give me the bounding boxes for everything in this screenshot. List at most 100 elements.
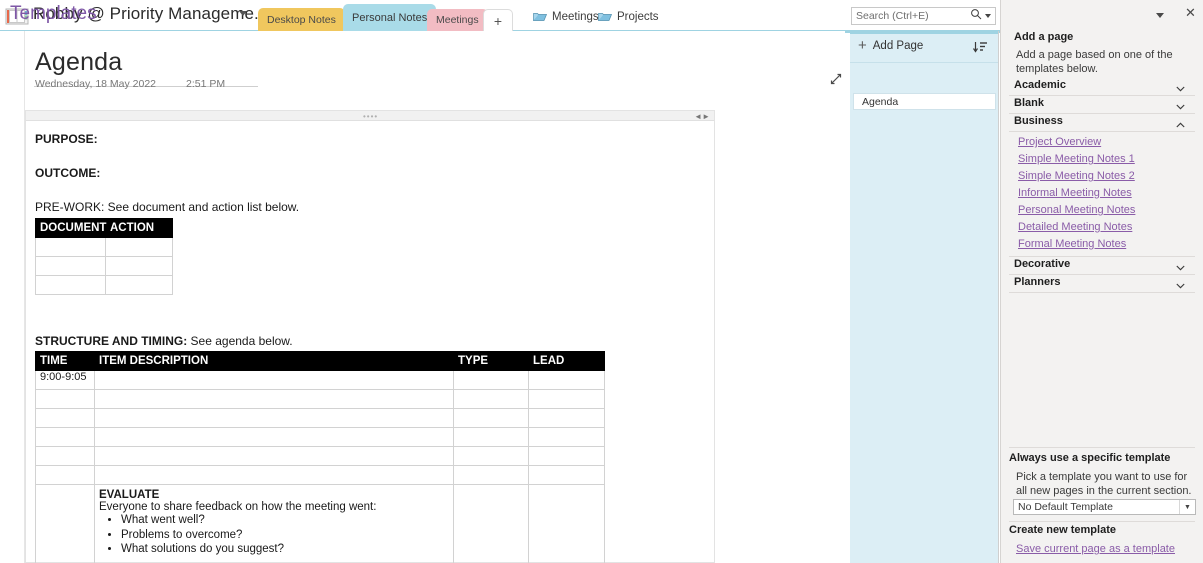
evaluate-subtitle: Everyone to share feedback on how the me… — [99, 501, 377, 513]
section-group-projects[interactable]: Projects — [597, 11, 659, 23]
notebook-dropdown-caret-icon[interactable] — [239, 11, 247, 16]
cell-time[interactable]: 9:00-9:05 — [35, 370, 95, 390]
cell-description[interactable] — [94, 370, 454, 390]
section-tab-meetings[interactable]: Meetings — [427, 9, 488, 31]
section-tab-personal-notes[interactable]: Personal Notes — [343, 4, 437, 31]
template-link-simple-meeting-notes-1[interactable]: Simple Meeting Notes 1 — [1018, 153, 1135, 165]
cell-type[interactable] — [453, 446, 529, 466]
cell-time[interactable] — [35, 446, 95, 466]
table-row[interactable] — [35, 275, 173, 295]
note-grip-icon[interactable]: •••• — [363, 113, 378, 121]
cell-action[interactable] — [105, 237, 173, 257]
always-use-template-description: Pick a template you want to use for all … — [1016, 471, 1192, 497]
cell-lead[interactable] — [528, 446, 605, 466]
document-action-table[interactable]: DOCUMENT ACTION — [35, 218, 173, 295]
close-icon[interactable]: ✕ — [1185, 6, 1196, 19]
page-list-border — [998, 31, 999, 563]
add-section-button[interactable]: + — [483, 9, 513, 31]
cell-time[interactable] — [35, 389, 95, 409]
cell-description[interactable] — [94, 465, 454, 485]
page-time: 2:51 PM — [186, 78, 226, 90]
section-group-meetings[interactable]: Meetings — [532, 11, 599, 23]
cell-description[interactable] — [94, 389, 454, 409]
search-dropdown-caret-icon[interactable] — [985, 14, 991, 18]
cell-description[interactable] — [94, 427, 454, 447]
search-input[interactable]: Search (Ctrl+E) — [851, 7, 996, 25]
cell-lead[interactable] — [528, 370, 605, 390]
cell-description[interactable] — [94, 408, 454, 428]
category-label: Academic — [1014, 79, 1066, 91]
add-page-button[interactable]: + Add Page — [858, 37, 924, 54]
add-page-label: Add Page — [872, 40, 924, 52]
cell-evaluate-description[interactable]: EVALUATE Everyone to share feedback on h… — [94, 484, 454, 563]
cell-lead[interactable] — [528, 484, 605, 563]
cell-type[interactable] — [453, 427, 529, 447]
chevron-down-icon — [1176, 83, 1185, 92]
agenda-table[interactable]: TIME ITEM DESCRIPTION TYPE LEAD 9:00-9:0… — [35, 351, 605, 563]
add-a-page-heading: Add a page — [1014, 31, 1074, 43]
default-template-select[interactable]: No Default Template ▼ — [1013, 499, 1196, 515]
cell-type[interactable] — [453, 465, 529, 485]
cell-time[interactable] — [35, 465, 95, 485]
cell-document[interactable] — [35, 237, 106, 257]
chevron-down-icon[interactable] — [1156, 13, 1164, 18]
cell-type[interactable] — [453, 484, 529, 563]
evaluate-title: EVALUATE — [99, 489, 160, 501]
table-row[interactable] — [35, 446, 605, 466]
onenote-window: Robby @ Priority Manageme... Desktop Not… — [0, 0, 1203, 563]
cell-time[interactable] — [35, 427, 95, 447]
chevron-down-icon[interactable]: ▼ — [1179, 500, 1195, 514]
plus-icon: + — [858, 37, 867, 54]
page-list-item-agenda[interactable]: Agenda — [853, 93, 996, 110]
cell-action[interactable] — [105, 275, 173, 295]
cell-type[interactable] — [453, 389, 529, 409]
expand-diagonal-icon[interactable] — [826, 69, 845, 89]
cell-description[interactable] — [94, 446, 454, 466]
cell-lead[interactable] — [528, 427, 605, 447]
chevron-down-icon — [1176, 101, 1185, 110]
templates-pane-title: Templates — [10, 3, 97, 24]
table-row[interactable] — [35, 256, 173, 276]
page-title[interactable]: Agenda — [35, 48, 122, 77]
template-link-formal-meeting-notes[interactable]: Formal Meeting Notes — [1018, 238, 1126, 250]
sort-icon[interactable] — [973, 40, 989, 54]
outcome-heading[interactable]: OUTCOME: — [35, 166, 710, 180]
cell-document[interactable] — [35, 256, 106, 276]
section-group-label: Meetings — [552, 11, 599, 23]
table-row[interactable] — [35, 389, 605, 409]
note-container-handle[interactable]: •••• ◄► — [25, 110, 715, 121]
table-row-evaluate[interactable]: EVALUATE Everyone to share feedback on h… — [35, 484, 605, 563]
cell-type[interactable] — [453, 408, 529, 428]
save-page-as-template-link[interactable]: Save current page as a template — [1016, 543, 1175, 555]
template-link-informal-meeting-notes[interactable]: Informal Meeting Notes — [1018, 187, 1132, 199]
template-link-detailed-meeting-notes[interactable]: Detailed Meeting Notes — [1018, 221, 1132, 233]
cell-lead[interactable] — [528, 389, 605, 409]
chevron-down-icon — [1176, 280, 1185, 289]
note-resize-icon[interactable]: ◄► — [694, 112, 710, 121]
page-canvas: Agenda Wednesday, 18 May 2022 2:51 PM ••… — [0, 31, 845, 563]
page-list-panel: + Add Page Agenda — [850, 31, 999, 563]
cell-type[interactable] — [453, 370, 529, 390]
table-row[interactable] — [35, 427, 605, 447]
cell-time[interactable] — [35, 484, 95, 563]
cell-lead[interactable] — [528, 408, 605, 428]
table-row[interactable] — [35, 237, 173, 257]
list-item: What went well? — [121, 513, 449, 528]
template-link-personal-meeting-notes[interactable]: Personal Meeting Notes — [1018, 204, 1135, 216]
table-row[interactable]: 9:00-9:05 — [35, 370, 605, 390]
purpose-heading[interactable]: PURPOSE: — [35, 132, 710, 146]
cell-lead[interactable] — [528, 465, 605, 485]
template-link-project-overview[interactable]: Project Overview — [1018, 136, 1101, 148]
page-timestamp: Wednesday, 18 May 2022 2:51 PM — [35, 78, 225, 90]
always-use-template-heading: Always use a specific template — [1009, 452, 1171, 464]
section-tab-desktop-notes[interactable]: Desktop Notes — [258, 8, 345, 31]
table-row[interactable] — [35, 408, 605, 428]
structure-label[interactable]: STRUCTURE AND TIMING: See agenda below. — [35, 334, 710, 348]
template-link-simple-meeting-notes-2[interactable]: Simple Meeting Notes 2 — [1018, 170, 1135, 182]
prework-label[interactable]: PRE-WORK: See document and action list b… — [35, 200, 710, 214]
cell-action[interactable] — [105, 256, 173, 276]
table-row[interactable] — [35, 465, 605, 485]
search-icon[interactable] — [970, 7, 982, 25]
cell-document[interactable] — [35, 275, 106, 295]
cell-time[interactable] — [35, 408, 95, 428]
